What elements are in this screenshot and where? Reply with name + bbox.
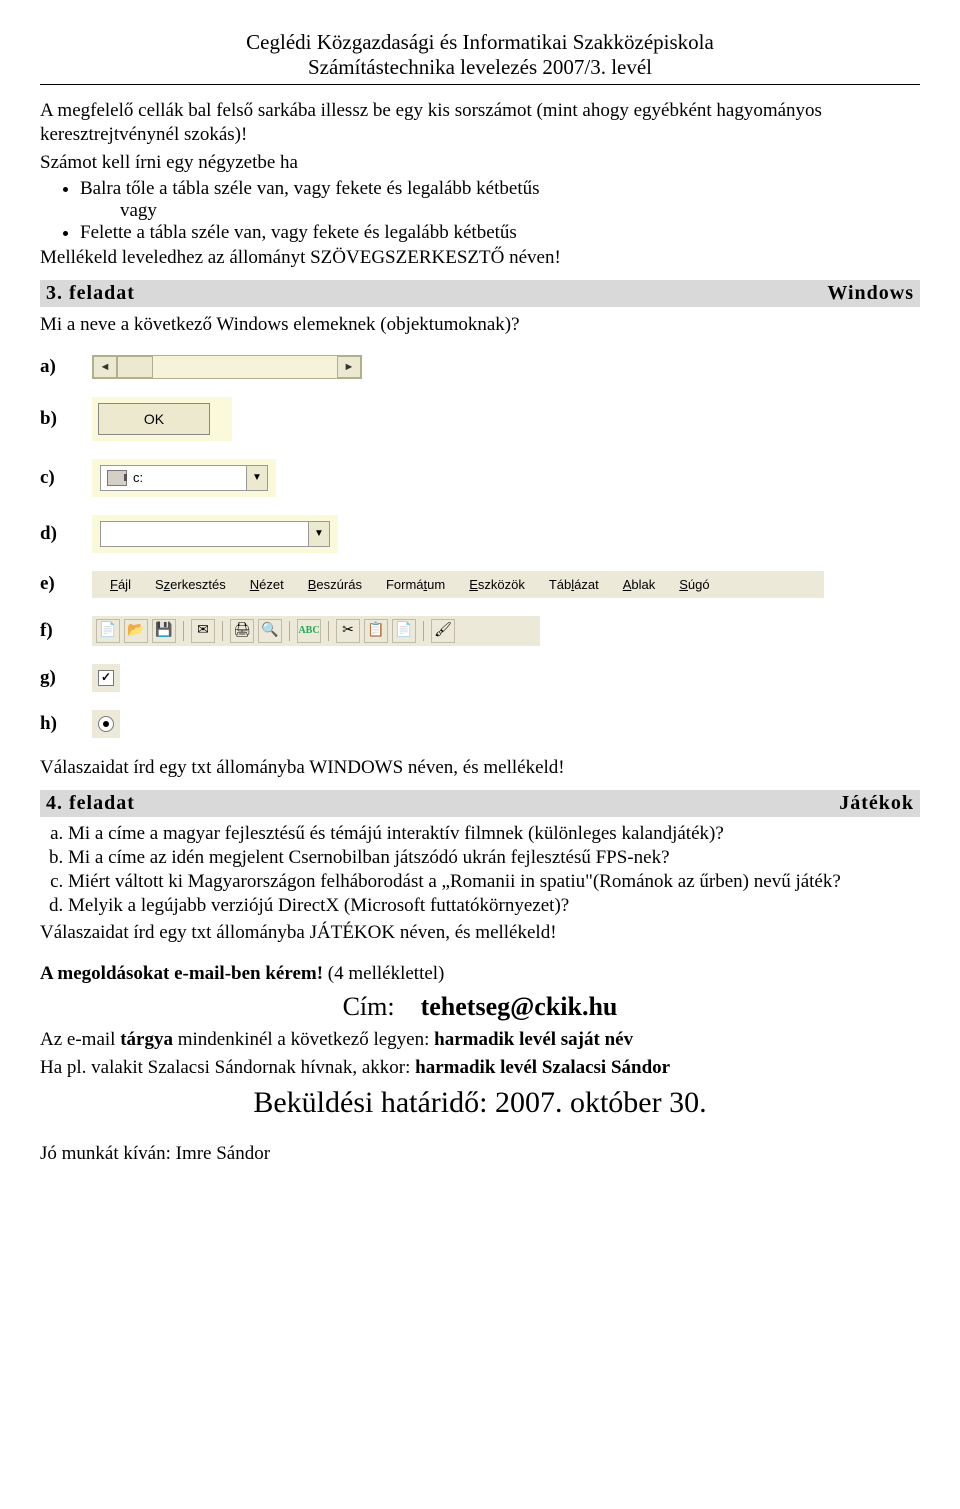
label-f: f) <box>40 620 70 642</box>
row-d: d) ▼ <box>40 515 920 553</box>
scroll-right-icon[interactable]: ► <box>337 356 361 378</box>
drive-combo-wrap: c: ▼ <box>92 459 276 497</box>
task4-list: Mi a címe a magyar fejlesztésű és témájú… <box>68 823 920 917</box>
footer-bye: Jó munkát kíván: Imre Sándor <box>40 1142 920 1166</box>
open-icon[interactable]: 📂 <box>124 619 148 643</box>
menu-szerkesztes[interactable]: Szerkesztés <box>143 575 238 594</box>
task4-b: Mi a címe az idén megjelent Csernobilban… <box>68 847 920 869</box>
task3-right: Windows <box>827 282 914 305</box>
intro-p1: A megfelelő cellák bal felső sarkába ill… <box>40 99 920 147</box>
label-h: h) <box>40 713 70 735</box>
task4-c: Miért váltott ki Magyarországon felhábor… <box>68 871 920 893</box>
row-h: h) <box>40 710 920 738</box>
chevron-down-icon[interactable]: ▼ <box>246 466 267 490</box>
print-icon[interactable]: 🖨 <box>230 619 254 643</box>
label-b: b) <box>40 408 70 430</box>
label-d: d) <box>40 523 70 545</box>
spellcheck-icon[interactable]: ABC <box>297 619 321 643</box>
menu-ablak[interactable]: Ablak <box>611 575 668 594</box>
menu-nezet[interactable]: Nézet <box>238 575 296 594</box>
task3-question: Mi a neve a következő Windows elemeknek … <box>40 313 920 337</box>
drive-text: c: <box>133 470 246 485</box>
toolbar: 📄 📂 💾 ✉ 🖨 🔍 ABC ✂ 📋 📄 🖌 <box>92 616 540 646</box>
label-g: g) <box>40 667 70 689</box>
task3-bar: 3. feladat Windows <box>40 280 920 307</box>
row-e: e) Fájl Szerkesztés Nézet Beszúrás Formá… <box>40 571 920 598</box>
ok-button-wrap: OK <box>92 397 232 441</box>
ok-button[interactable]: OK <box>98 403 210 435</box>
format-painter-icon[interactable]: 🖌 <box>431 619 455 643</box>
footer-subject2: Ha pl. valakit Szalacsi Sándornak hívnak… <box>40 1056 920 1080</box>
menu-fajl[interactable]: Fájl <box>98 575 143 594</box>
task3-after: Válaszaidat írd egy txt állományba WINDO… <box>40 756 920 780</box>
row-f: f) 📄 📂 💾 ✉ 🖨 🔍 ABC ✂ 📋 📄 🖌 <box>40 616 920 646</box>
new-doc-icon[interactable]: 📄 <box>96 619 120 643</box>
horizontal-scrollbar[interactable]: ◄ ► <box>92 355 362 379</box>
email-address: tehetseg@ckik.hu <box>421 992 618 1021</box>
print-preview-icon[interactable]: 🔍 <box>258 619 282 643</box>
dropdown-wrap: ▼ <box>92 515 338 553</box>
menu-beszuras[interactable]: Beszúrás <box>296 575 374 594</box>
task4-a: Mi a címe a magyar fejlesztésű és témájú… <box>68 823 920 845</box>
menu-bar: Fájl Szerkesztés Nézet Beszúrás Formátum… <box>92 571 824 598</box>
task4-right: Játékok <box>839 792 914 815</box>
row-a: a) ◄ ► <box>40 355 920 379</box>
save-icon[interactable]: 💾 <box>152 619 176 643</box>
intro-p3: Mellékeld leveledhez az állományt SZÖVEG… <box>40 246 920 270</box>
toolbar-separator <box>328 621 329 641</box>
menu-sugo[interactable]: Súgó <box>667 575 721 594</box>
footer-ask: A megoldásokat e-mail-ben kérem! (4 mell… <box>40 962 920 986</box>
drive-combobox[interactable]: c: ▼ <box>100 465 268 491</box>
header-title: Ceglédi Közgazdasági és Informatikai Sza… <box>40 30 920 55</box>
radio-wrap <box>92 710 120 738</box>
task4-bar: 4. feladat Játékok <box>40 790 920 817</box>
intro-p2: Számot kell írni egy négyzetbe ha <box>40 151 920 175</box>
header-subtitle: Számítástechnika levelezés 2007/3. levél <box>40 55 920 80</box>
task4-after: Válaszaidat írd egy txt állományba JÁTÉK… <box>40 921 920 945</box>
toolbar-separator <box>222 621 223 641</box>
intro-bullets: Balra tőle a tábla széle van, vagy feket… <box>80 178 920 244</box>
footer-email-line: Cím: tehetseg@ckik.hu <box>40 992 920 1022</box>
toolbar-separator <box>183 621 184 641</box>
label-c: c) <box>40 467 70 489</box>
row-b: b) OK <box>40 397 920 441</box>
footer-deadline: Beküldési határidő: 2007. október 30. <box>40 1086 920 1120</box>
toolbar-separator <box>289 621 290 641</box>
bullet-1: Balra tőle a tábla széle van, vagy feket… <box>80 178 920 222</box>
radio-dot-icon <box>103 721 109 727</box>
copy-icon[interactable]: 📋 <box>364 619 388 643</box>
label-a: a) <box>40 356 70 378</box>
row-g: g) ✓ <box>40 664 920 692</box>
dropdown[interactable]: ▼ <box>100 521 330 547</box>
paste-icon[interactable]: 📄 <box>392 619 416 643</box>
checkbox[interactable]: ✓ <box>98 670 114 686</box>
scroll-track[interactable] <box>117 356 337 378</box>
scroll-left-icon[interactable]: ◄ <box>93 356 117 378</box>
scroll-thumb[interactable] <box>117 356 153 378</box>
menu-eszkozok[interactable]: Eszközök <box>457 575 537 594</box>
bullet-or: vagy <box>120 200 920 222</box>
menu-formatum[interactable]: Formátum <box>374 575 457 594</box>
bullet-2: Felette a tábla széle van, vagy fekete é… <box>80 222 920 244</box>
task4-left: 4. feladat <box>46 792 135 815</box>
mail-icon[interactable]: ✉ <box>191 619 215 643</box>
task4-d: Melyik a legújabb verziójú DirectX (Micr… <box>68 895 920 917</box>
task3-left: 3. feladat <box>46 282 135 305</box>
label-e: e) <box>40 573 70 595</box>
header-rule <box>40 84 920 85</box>
row-c: c) c: ▼ <box>40 459 920 497</box>
cut-icon[interactable]: ✂ <box>336 619 360 643</box>
footer-subject1: Az e-mail tárgya mindenkinél a következő… <box>40 1028 920 1052</box>
chevron-down-icon[interactable]: ▼ <box>308 522 329 546</box>
drive-icon <box>107 470 127 486</box>
toolbar-separator <box>423 621 424 641</box>
menu-tablazat[interactable]: Táblázat <box>537 575 611 594</box>
radio-button[interactable] <box>98 716 114 732</box>
checkbox-wrap: ✓ <box>92 664 120 692</box>
